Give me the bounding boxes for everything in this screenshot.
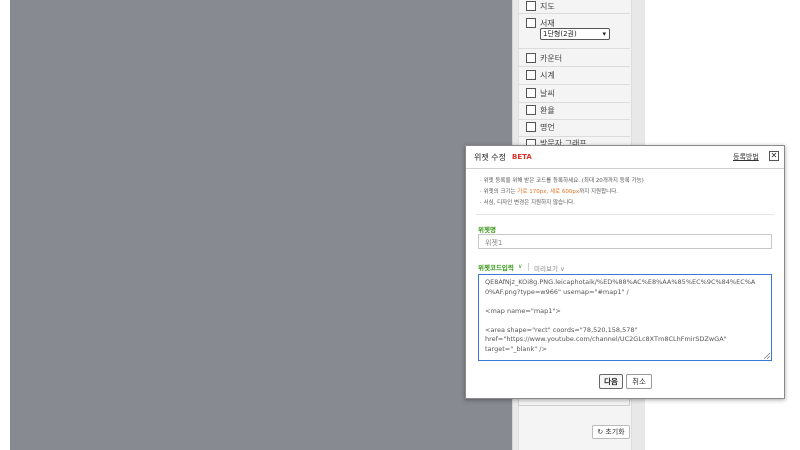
tab-preview[interactable]: 미리보기 ∨ xyxy=(534,263,565,273)
code-line: <area shape="rect" coords="78,520,158,57… xyxy=(485,325,638,334)
widget-checkbox[interactable] xyxy=(526,53,536,63)
dialog-title: 위젯 수정 xyxy=(474,153,506,162)
widget-item-quote: 명언 xyxy=(518,119,630,137)
widget-code-textarea[interactable]: QE8AfNjz_KOi8g.PNG.leicaphotaik/%ED%88%A… xyxy=(478,274,772,361)
widget-label: 환율 xyxy=(540,106,555,115)
divider xyxy=(466,168,784,169)
reset-button[interactable]: ↻ 초기화 xyxy=(592,425,630,439)
tab-code-input[interactable]: 위젯코드입력 xyxy=(478,262,514,272)
next-button[interactable]: 다음 xyxy=(599,374,623,389)
code-line: QE8AfNjz_KOi8g.PNG.leicaphotaik/%ED%88%A… xyxy=(485,278,756,286)
info-text: · 서심, 디자인 변경은 지원하지 않습니다. xyxy=(480,200,575,206)
widget-item-clock: 시계 xyxy=(518,66,630,85)
close-icon[interactable]: ✕ xyxy=(769,151,779,161)
widget-name-input[interactable]: 위젯1 xyxy=(478,234,772,249)
resize-grip-icon[interactable] xyxy=(764,353,770,359)
widget-label: 지도 xyxy=(540,2,555,11)
divider xyxy=(528,263,529,271)
widget-label: 카운터 xyxy=(540,54,563,63)
widget-checkbox[interactable] xyxy=(526,105,536,115)
widget-label: 시계 xyxy=(540,71,555,80)
info-text-size: · 위젯의 크기는 가로 170px, 세로 600px까지 지원합니다. xyxy=(480,189,619,195)
widget-item-counter: 카운터 xyxy=(518,48,630,67)
widget-item-shelf: 서재 1단형(2권) ▾ xyxy=(518,13,630,49)
widget-item-map: 지도 xyxy=(518,0,630,14)
code-line: <map name="map1"> xyxy=(485,306,561,315)
widget-label: 날씨 xyxy=(540,89,555,98)
widget-checkbox[interactable] xyxy=(526,18,536,28)
widget-item-weather: 날씨 xyxy=(518,84,630,103)
shelf-type-select[interactable]: 1단형(2권) ▾ xyxy=(540,28,610,40)
refresh-icon: ↻ xyxy=(597,428,604,436)
code-line: target="_blank" /> xyxy=(485,344,547,353)
widget-checkbox[interactable] xyxy=(526,88,536,98)
widget-checkbox[interactable] xyxy=(526,70,536,80)
widget-item-exchange: 환율 xyxy=(518,102,630,120)
widget-name-label: 위젯명 xyxy=(478,226,496,234)
divider xyxy=(476,214,774,215)
code-line: 0%AF.png?type=w966" usemap="#map1" / xyxy=(485,287,629,296)
code-line: href="https://www.youtube.com/channel/UC… xyxy=(485,335,727,343)
help-link[interactable]: 등록방법 xyxy=(733,152,759,162)
widget-checkbox[interactable] xyxy=(526,1,536,11)
chevron-down-icon: ▾ xyxy=(602,30,606,38)
chevron-down-icon: ∨ xyxy=(518,263,523,270)
cancel-button[interactable]: 취소 xyxy=(626,374,652,389)
beta-badge: BETA xyxy=(512,153,532,161)
editor-canvas xyxy=(10,0,512,450)
widget-label: 명언 xyxy=(540,123,555,132)
info-text: · 위젯 등록을 위해 받은 코드를 등록하세요. (최대 20개까지 등록 가… xyxy=(480,178,644,184)
widget-edit-dialog: 위젯 수정 BETA 등록방법 ✕ · 위젯 등록을 위해 받은 코드를 등록하… xyxy=(465,145,785,399)
widget-checkbox[interactable] xyxy=(526,122,536,132)
